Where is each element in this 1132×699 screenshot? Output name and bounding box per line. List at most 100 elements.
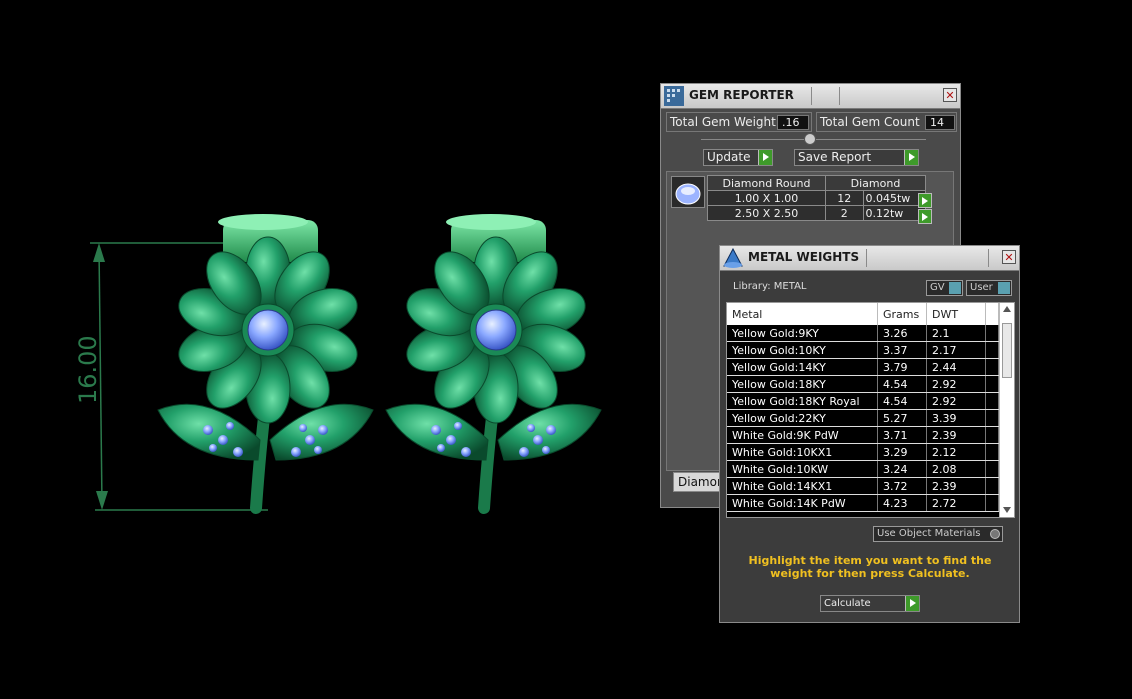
metal-cell-metal: Yellow Gold:22KY [727, 409, 878, 427]
gem-row-select-button[interactable] [918, 209, 932, 224]
metal-table-row[interactable]: White Gold:9K PdW 3.71 2.39 [727, 426, 999, 444]
metal-cell-grams: 3.29 [877, 443, 927, 461]
metal-column-header[interactable]: Metal [727, 303, 878, 325]
metal-cell-dwt: 2.92 [926, 375, 986, 393]
update-label: Update [707, 150, 751, 164]
metal-cell-metal: White Gold:9K PdW [727, 426, 878, 444]
gem-count: 2 [825, 205, 864, 221]
gv-indicator-icon [949, 282, 961, 294]
gv-toggle[interactable]: GV [926, 280, 963, 296]
metal-table-row[interactable]: Yellow Gold:18KY Royal 4.54 2.92 [727, 392, 999, 410]
metal-table-row[interactable]: Yellow Gold:22KY 5.27 3.39 [727, 409, 999, 427]
use-object-materials-toggle[interactable]: Use Object Materials [873, 526, 1003, 542]
calculate-arrow-icon [905, 596, 919, 611]
metal-cell-metal: Yellow Gold:18KY [727, 375, 878, 393]
metal-table-row[interactable]: White Gold:14K PdW 4.23 2.72 [727, 494, 999, 512]
metal-cell-dwt: 2.92 [926, 392, 986, 410]
3d-viewport[interactable]: 16.00 [0, 0, 650, 695]
metal-table-row[interactable]: White Gold:14KX1 3.72 2.39 [727, 477, 999, 495]
total-gem-weight-label: Total Gem Weight [670, 115, 776, 129]
metal-table: Metal Grams DWT Yellow Gold:9KY 3.26 2.1 Ye… [727, 303, 999, 512]
collapse-handle[interactable] [804, 133, 816, 145]
metal-cell-grams: 3.26 [877, 325, 927, 342]
gem-table-row[interactable]: 2.50 X 2.50 2 0.12tw [707, 205, 926, 221]
metal-cell-dwt: 2.39 [926, 426, 986, 444]
gem-weight: 0.12tw [862, 205, 926, 221]
library-label: Library: METAL [733, 281, 807, 292]
gem-row-select-button[interactable] [918, 193, 932, 208]
metal-cell-dwt: 2.17 [926, 341, 986, 359]
metal-weights-close-button[interactable]: ✕ [1002, 250, 1016, 264]
scroll-up-icon[interactable] [1003, 306, 1011, 312]
metal-table-row[interactable]: Yellow Gold:9KY 3.26 2.1 [727, 325, 999, 342]
metal-cell-grams: 3.37 [877, 341, 927, 359]
gv-label: GV [930, 282, 945, 293]
gem-reporter-close-button[interactable]: ✕ [943, 88, 957, 102]
metal-table-row[interactable]: Yellow Gold:18KY 4.54 2.92 [727, 375, 999, 393]
metal-cell-dwt: 2.08 [926, 460, 986, 478]
save-report-arrow-icon [904, 150, 918, 165]
instruction-text: Highlight the item you want to find the … [748, 554, 992, 580]
dwt-column-header[interactable]: DWT [926, 303, 986, 325]
metal-weights-panel: METAL WEIGHTS ✕ Library: METAL GV User M… [719, 245, 1020, 623]
metal-cell-grams: 3.71 [877, 426, 927, 444]
metal-cell-metal: White Gold:10KX1 [727, 443, 878, 461]
metal-cell-metal: White Gold:10KW [727, 460, 878, 478]
metal-cell-grams: 4.23 [877, 494, 927, 512]
metal-table-scrollbar[interactable] [999, 303, 1014, 517]
diamond-round-icon [671, 176, 705, 208]
use-object-materials-radio-icon [990, 529, 1000, 539]
metal-cell-dwt: 2.44 [926, 358, 986, 376]
user-label: User [970, 282, 993, 293]
metal-cell-grams: 4.54 [877, 375, 927, 393]
gem-reporter-title: GEM REPORTER [689, 88, 794, 102]
metal-table-container: Metal Grams DWT Yellow Gold:9KY 3.26 2.1 Ye… [726, 302, 1015, 518]
gem-table-header-type: Diamond [825, 175, 926, 191]
grams-column-header[interactable]: Grams [877, 303, 927, 325]
scroll-down-icon[interactable] [1003, 507, 1011, 513]
gem-table-row[interactable]: 1.00 X 1.00 12 0.045tw [707, 190, 926, 206]
gem-size: 1.00 X 1.00 [707, 190, 826, 206]
total-gem-weight-field: Total Gem Weight .16 [666, 112, 812, 132]
metal-cell-grams: 3.72 [877, 477, 927, 495]
update-arrow-icon [758, 150, 772, 165]
metal-cell-metal: White Gold:14KX1 [727, 477, 878, 495]
dimension-label: 16.00 [74, 335, 102, 404]
gem-reporter-icon [663, 85, 685, 107]
metal-cell-grams: 5.27 [877, 409, 927, 427]
metal-cell-dwt: 2.39 [926, 477, 986, 495]
save-report-button[interactable]: Save Report [794, 149, 919, 166]
metal-table-row[interactable]: White Gold:10KW 3.24 2.08 [727, 460, 999, 478]
gem-table: Diamond Round Diamond 1.00 X 1.00 12 0.0… [707, 175, 926, 221]
calculate-label: Calculate [824, 598, 871, 609]
metal-weights-icon [722, 247, 744, 269]
save-report-label: Save Report [798, 150, 872, 164]
metal-table-row[interactable]: Yellow Gold:14KY 3.79 2.44 [727, 358, 999, 376]
metal-cell-grams: 3.24 [877, 460, 927, 478]
total-gem-count-field: Total Gem Count 14 [816, 112, 957, 132]
gem-reporter-titlebar[interactable]: GEM REPORTER ✕ [661, 84, 960, 109]
gem-table-header-shape: Diamond Round [707, 175, 826, 191]
total-gem-count-value[interactable]: 14 [925, 115, 955, 130]
total-gem-weight-value[interactable]: .16 [777, 115, 809, 130]
scroll-thumb[interactable] [1002, 323, 1012, 378]
metal-weights-title: METAL WEIGHTS [748, 250, 860, 264]
user-indicator-icon [998, 282, 1010, 294]
calculate-button[interactable]: Calculate [820, 595, 920, 612]
update-button[interactable]: Update [703, 149, 773, 166]
metal-cell-metal: Yellow Gold:10KY [727, 341, 878, 359]
metal-cell-grams: 3.79 [877, 358, 927, 376]
metal-cell-dwt: 2.1 [926, 325, 986, 342]
metal-cell-metal: Yellow Gold:14KY [727, 358, 878, 376]
metal-table-row[interactable]: Yellow Gold:10KY 3.37 2.17 [727, 341, 999, 359]
user-toggle[interactable]: User [966, 280, 1012, 296]
metal-cell-metal: White Gold:14K PdW [727, 494, 878, 512]
metal-cell-dwt: 2.72 [926, 494, 986, 512]
gem-weight: 0.045tw [862, 190, 926, 206]
metal-weights-titlebar[interactable]: METAL WEIGHTS ✕ [720, 246, 1019, 271]
gem-count: 12 [825, 190, 864, 206]
metal-table-row[interactable]: White Gold:10KX1 3.29 2.12 [727, 443, 999, 461]
metal-cell-dwt: 2.12 [926, 443, 986, 461]
total-gem-count-label: Total Gem Count [820, 115, 920, 129]
use-object-materials-label: Use Object Materials [877, 528, 981, 539]
